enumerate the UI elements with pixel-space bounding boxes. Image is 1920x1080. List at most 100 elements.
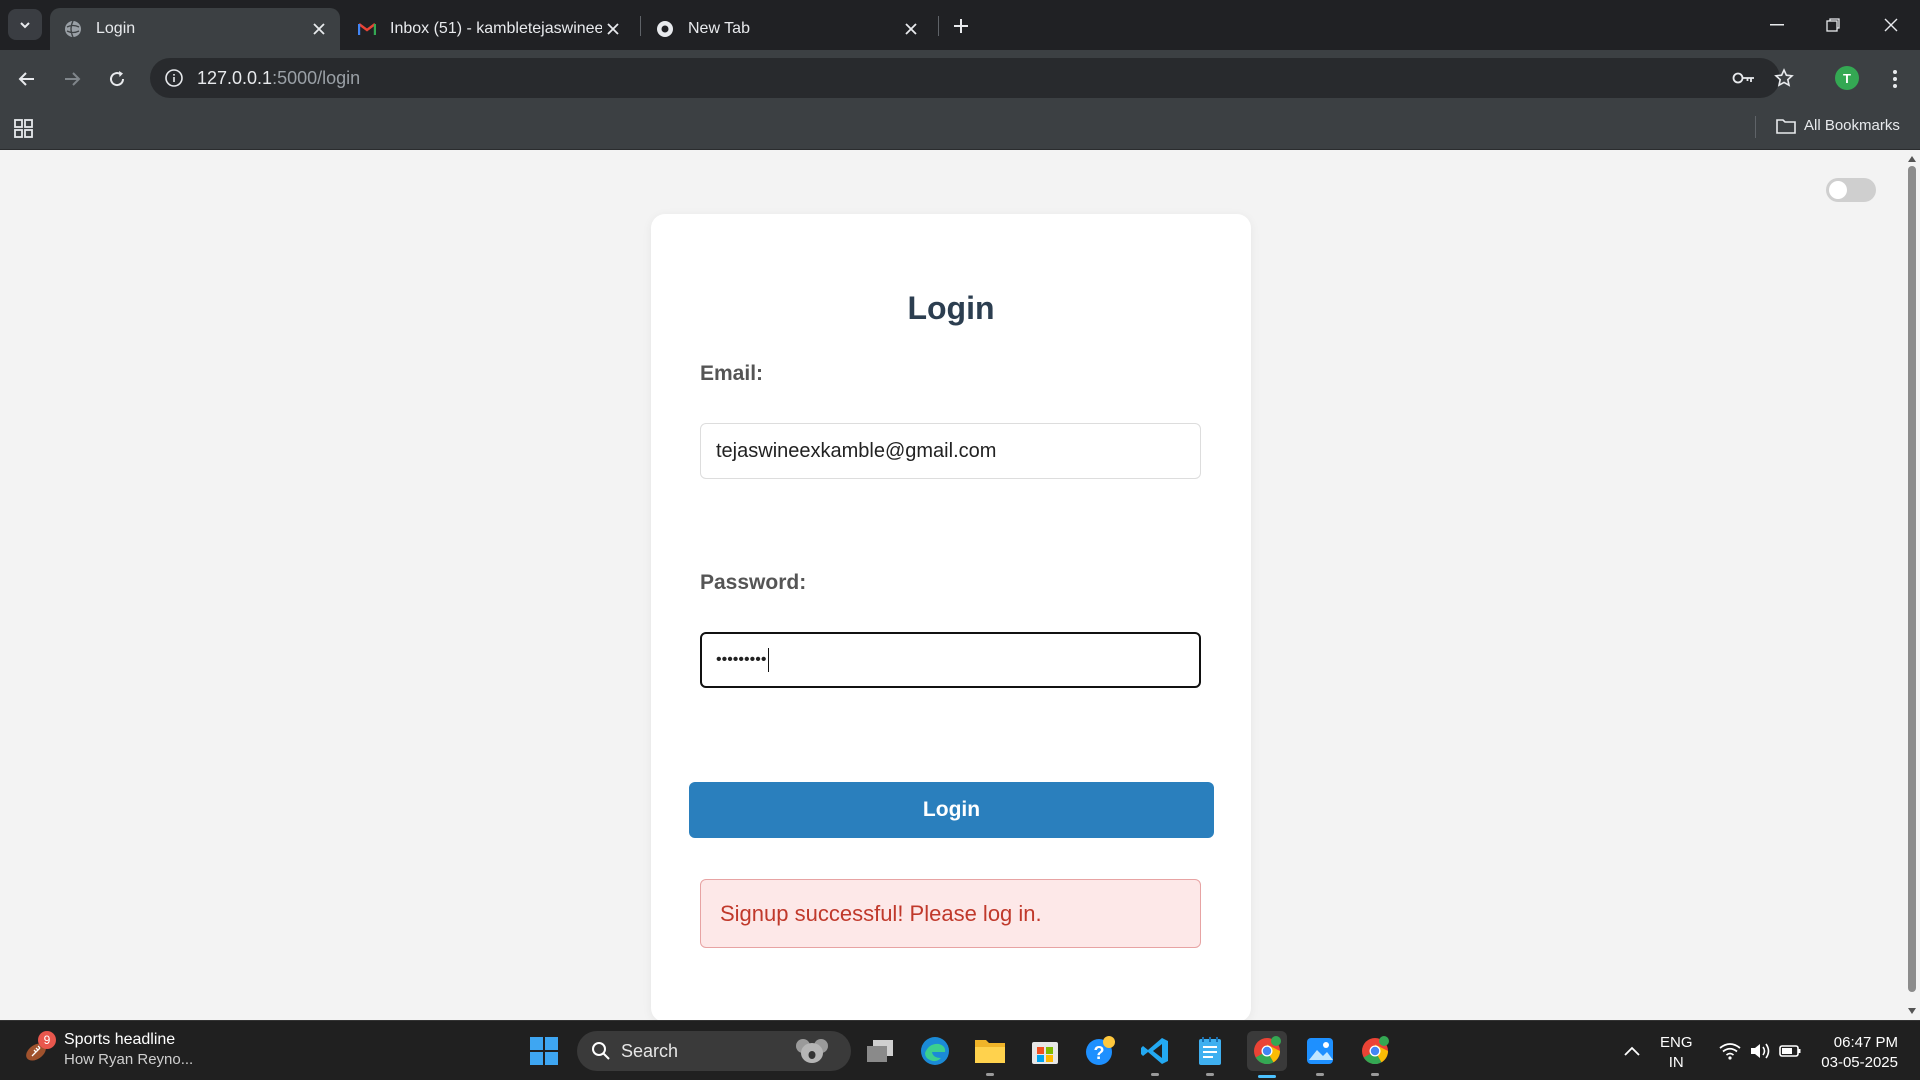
edge-app[interactable]	[917, 1033, 953, 1069]
chrome-menu-button[interactable]	[1880, 64, 1910, 94]
system-tray-quick-settings[interactable]	[1710, 1033, 1810, 1069]
tab-separator	[640, 16, 641, 36]
arrow-left-icon	[18, 72, 34, 86]
chrome-icon	[656, 20, 674, 38]
edge-icon	[921, 1037, 949, 1065]
restore-icon	[1826, 18, 1840, 32]
email-label: Email:	[700, 362, 764, 385]
running-indicator	[1371, 1073, 1379, 1076]
bookmarks-separator	[1755, 116, 1756, 138]
photos-app[interactable]	[1302, 1033, 1338, 1076]
clock-date: 03-05-2025	[1821, 1054, 1898, 1071]
minimize-button[interactable]	[1754, 8, 1800, 42]
show-hidden-icons-button[interactable]	[1614, 1033, 1650, 1069]
tab-search-button[interactable]	[8, 9, 42, 40]
svg-text:?: ?	[1094, 1043, 1105, 1063]
page-title: Login	[907, 290, 995, 326]
more-vertical-icon	[1893, 70, 1897, 88]
restore-button[interactable]	[1810, 8, 1856, 42]
login-button[interactable]: Login	[689, 782, 1214, 838]
bookmark-star-icon[interactable]	[1770, 64, 1798, 92]
news-widget[interactable]: 9 Sports headline How Ryan Reyno...	[22, 1030, 194, 1068]
search-label: Search	[621, 1040, 679, 1061]
login-card: Login Email: tejaswineexkamble@gmail.com…	[651, 214, 1251, 1020]
football-icon: 9	[22, 1030, 56, 1065]
forward-button[interactable]	[57, 64, 87, 94]
theme-toggle-switch[interactable]	[1826, 178, 1876, 202]
language-indicator[interactable]: ENG IN	[1660, 1033, 1693, 1073]
flash-message: Signup successful! Please log in.	[700, 879, 1201, 948]
password-label: Password:	[700, 571, 807, 594]
notepad-icon	[1199, 1037, 1221, 1065]
tab-separator	[938, 16, 939, 36]
folder-icon	[1776, 118, 1796, 134]
running-indicator	[1151, 1073, 1159, 1076]
page-scrollbar[interactable]	[1904, 150, 1920, 1020]
password-key-icon[interactable]	[1730, 64, 1758, 92]
koala-search-highlight-icon	[796, 1039, 828, 1063]
reload-button[interactable]	[102, 64, 132, 94]
taskbar-search[interactable]: Search	[577, 1031, 851, 1071]
apps-grid-icon[interactable]	[12, 116, 36, 140]
password-value: •••••••••	[716, 651, 767, 668]
help-icon: ?	[1086, 1036, 1115, 1065]
browser-toolbar: 127.0.0.1:5000/login T	[0, 50, 1920, 106]
tab-title: Inbox (51) - kambletejaswinee0	[390, 20, 602, 37]
chrome-app-profile[interactable]	[1357, 1033, 1393, 1076]
running-indicator	[1316, 1073, 1324, 1076]
close-tab-icon[interactable]	[308, 18, 330, 40]
running-indicator	[986, 1073, 994, 1076]
arrow-right-icon	[65, 72, 81, 86]
tab-new-tab[interactable]: New Tab	[642, 8, 932, 50]
search-icon	[592, 1042, 610, 1060]
site-info-icon[interactable]	[160, 64, 188, 92]
chrome-icon	[1254, 1036, 1281, 1065]
address-bar[interactable]: 127.0.0.1:5000/login	[150, 58, 1794, 98]
tab-title: New Tab	[688, 20, 750, 37]
notepad-app[interactable]	[1192, 1033, 1228, 1076]
vscode-app[interactable]	[1137, 1033, 1173, 1076]
tab-login[interactable]: Login	[50, 8, 340, 50]
profile-avatar[interactable]: T	[1835, 66, 1859, 90]
file-explorer-app[interactable]	[972, 1033, 1008, 1076]
scroll-up-icon[interactable]	[1907, 154, 1917, 164]
gmail-icon	[358, 20, 376, 38]
widget-subtitle: How Ryan Reyno...	[64, 1051, 194, 1068]
plus-icon	[954, 19, 968, 33]
all-bookmarks-button[interactable]: All Bookmarks	[1776, 117, 1900, 134]
language-line2: IN	[1668, 1054, 1684, 1071]
close-icon	[1884, 18, 1898, 32]
email-field[interactable]: tejaswineexkamble@gmail.com	[700, 423, 1201, 479]
photos-icon	[1307, 1038, 1333, 1064]
volume-icon	[1751, 1043, 1770, 1059]
widget-title: Sports headline	[64, 1031, 176, 1048]
minimize-icon	[1770, 24, 1784, 26]
chrome-app-active[interactable]	[1247, 1031, 1287, 1078]
new-tab-button[interactable]	[946, 12, 976, 40]
close-tab-icon[interactable]	[602, 18, 624, 40]
tab-gmail-inbox[interactable]: Inbox (51) - kambletejaswinee0	[344, 8, 634, 50]
page-viewport: Login Email: tejaswineexkamble@gmail.com…	[0, 150, 1904, 1020]
globe-icon	[64, 20, 82, 38]
scrollbar-thumb[interactable]	[1908, 166, 1916, 992]
close-tab-icon[interactable]	[900, 18, 922, 40]
text-caret	[768, 648, 770, 672]
scroll-down-icon[interactable]	[1907, 1006, 1917, 1016]
password-field[interactable]: •••••••••	[700, 632, 1201, 688]
store-icon	[1032, 1042, 1058, 1064]
task-view-button[interactable]	[862, 1033, 898, 1069]
toggle-knob	[1829, 181, 1847, 199]
system-clock[interactable]: 06:47 PM 03-05-2025	[1812, 1033, 1898, 1073]
url-text: 127.0.0.1:5000/login	[197, 68, 360, 89]
browser-tab-bar: Login Inbox (51) - kambletejaswinee0 New…	[0, 0, 1920, 50]
start-button[interactable]	[526, 1033, 562, 1069]
close-window-button[interactable]	[1868, 8, 1914, 42]
email-value: tejaswineexkamble@gmail.com	[716, 439, 997, 462]
microsoft-store-app[interactable]	[1027, 1033, 1063, 1069]
windows-taskbar: 9 Sports headline How Ryan Reyno... Sear…	[0, 1020, 1920, 1080]
help-app[interactable]: ?	[1082, 1033, 1118, 1069]
back-button[interactable]	[12, 64, 42, 94]
url-path: :5000/login	[272, 68, 361, 88]
vscode-icon	[1141, 1038, 1168, 1064]
reload-icon	[110, 71, 125, 87]
